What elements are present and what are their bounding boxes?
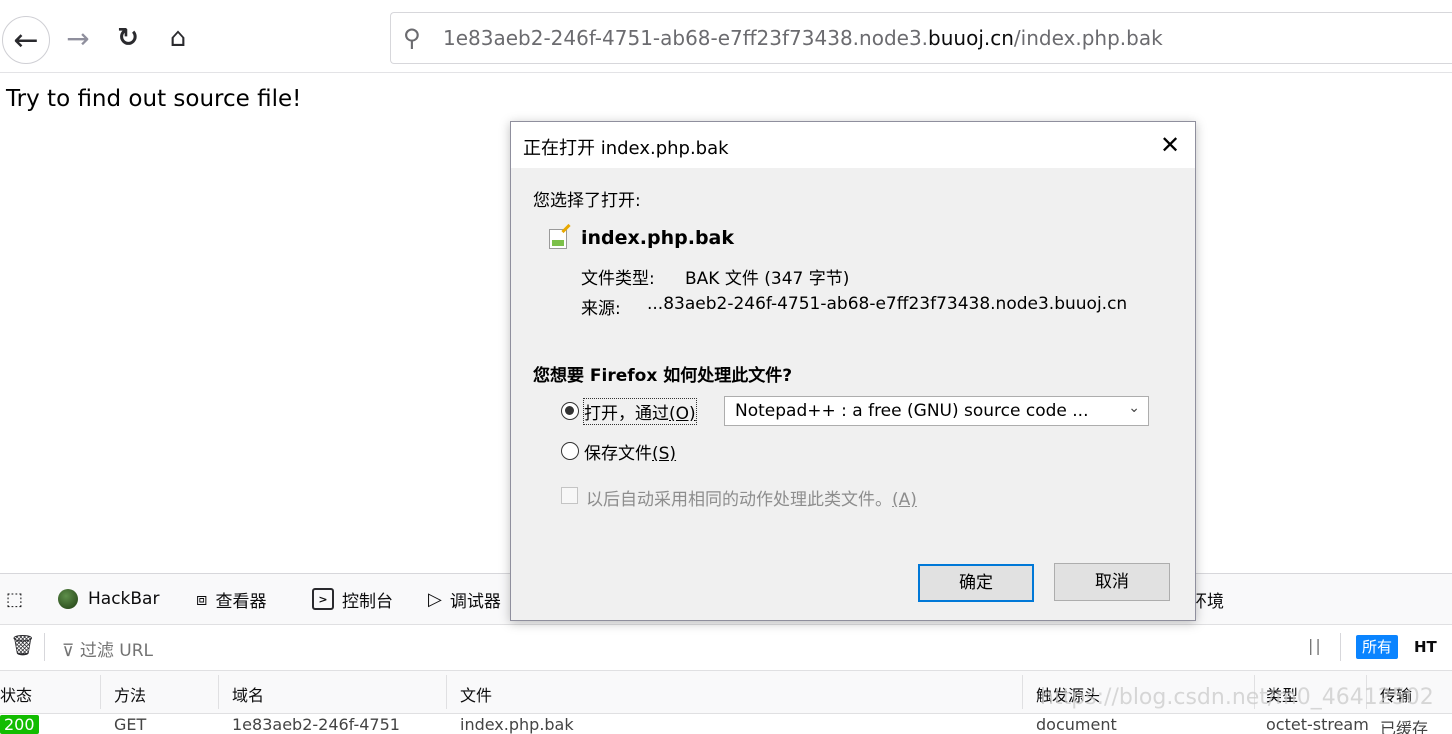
filter-icon: ⊽ (62, 641, 80, 661)
tab-debugger-label: 调试器 (449, 591, 501, 612)
trash-icon[interactable]: 🗑 (10, 633, 35, 657)
home-icon: ⌂ (169, 23, 187, 53)
filter-all-chip[interactable]: 所有 (1356, 635, 1399, 659)
tab-hackbar-label: HackBar (88, 589, 160, 609)
back-button[interactable]: ← (2, 16, 50, 64)
row-status: 200 (0, 715, 39, 734)
filter-html-chip[interactable]: HT (1410, 635, 1441, 659)
dialog-filename: index.php.bak (581, 227, 735, 249)
file-type-label: 文件类型: (581, 269, 655, 289)
filter-placeholder: 过滤 URL (79, 641, 153, 661)
auto-action-accesskey: (A) (892, 490, 917, 510)
debugger-icon: ▷ (428, 588, 442, 610)
row-type: octet-stream (1266, 715, 1369, 734)
file-type-value: BAK 文件 (347 字节) (685, 269, 850, 289)
source-value: ...83aeb2-246f-4751-ab68-e7ff23f73438.no… (647, 294, 1128, 314)
source-label: 来源: (581, 299, 621, 319)
tab-console-label: 控制台 (342, 591, 393, 612)
cancel-button[interactable]: 取消 (1054, 563, 1170, 601)
dialog-titlebar: 正在打开 index.php.bak ✕ (511, 122, 1195, 168)
close-icon[interactable]: ✕ (1155, 130, 1185, 160)
ok-button[interactable]: 确定 (918, 564, 1034, 602)
filter-url-input[interactable]: ⊽ 过滤 URL (62, 636, 153, 661)
tab-console[interactable]: > 控制台 (312, 586, 393, 612)
open-with-app-select[interactable]: Notepad++ : a free (GNU) source code ...… (724, 396, 1149, 426)
auto-action-checkbox[interactable] (561, 487, 578, 504)
open-with-label[interactable]: 打开，通过(O) (583, 398, 697, 425)
table-row[interactable]: 200 GET 1e83aeb2-246f-4751 index.php.bak… (0, 714, 1452, 734)
column-domain[interactable]: 域名 (232, 682, 264, 706)
row-method: GET (114, 715, 147, 734)
row-domain: 1e83aeb2-246f-4751 (232, 715, 400, 734)
forward-arrow-icon: → (66, 21, 90, 55)
column-divider (1022, 675, 1023, 709)
dialog-title: 正在打开 index.php.bak (523, 138, 729, 159)
divider (44, 633, 45, 661)
url-text[interactable]: 1e83aeb2-246f-4751-ab68-e7ff23f73438.nod… (443, 26, 1163, 50)
open-with-accesskey: (O) (669, 404, 696, 424)
url-path: /index.php.bak (1013, 26, 1163, 50)
home-button[interactable]: ⌂ (160, 20, 196, 56)
console-icon: > (312, 588, 334, 610)
url-prefix: 1e83aeb2-246f-4751-ab68-e7ff23f73438.nod… (443, 26, 929, 50)
tab-inspector-label: 查看器 (215, 591, 267, 612)
auto-action-label: 以后自动采用相同的动作处理此类文件。(A) (586, 485, 917, 510)
row-file: index.php.bak (460, 715, 574, 734)
url-bar[interactable]: ⚲ 1e83aeb2-246f-4751-ab68-e7ff23f73438.n… (390, 12, 1452, 64)
open-with-text: 打开，通过 (584, 404, 669, 424)
search-icon: ⚲ (403, 24, 421, 52)
open-with-radio[interactable] (561, 402, 579, 420)
chevron-down-icon: ⌄ (1128, 400, 1140, 416)
column-file[interactable]: 文件 (460, 682, 492, 706)
element-picker-icon: ⬚ (6, 588, 24, 610)
dialog-you-chose: 您选择了打开: (533, 191, 641, 211)
save-file-text: 保存文件 (584, 444, 652, 464)
dialog-question: 您想要 Firefox 如何处理此文件? (533, 366, 793, 386)
save-file-label[interactable]: 保存文件(S) (584, 439, 676, 464)
save-file-accesskey: (S) (652, 444, 677, 464)
pause-button[interactable]: || (1308, 636, 1323, 655)
reload-icon: ↻ (117, 23, 139, 53)
status-badge: 200 (0, 715, 39, 734)
browser-toolbar: ← → ↻ ⌂ ⚲ 1e83aeb2-246f-4751-ab68-e7ff23… (0, 0, 1452, 73)
divider (1340, 633, 1341, 661)
column-divider (218, 675, 219, 709)
column-method[interactable]: 方法 (114, 682, 146, 706)
url-host: buuoj.cn (928, 26, 1014, 50)
tab-debugger[interactable]: ▷ 调试器 (428, 586, 501, 612)
tab-inspector[interactable]: ⧈ 查看器 (196, 586, 266, 612)
save-file-radio[interactable] (561, 442, 579, 460)
element-picker-button[interactable]: ⬚ (6, 586, 31, 612)
open-file-dialog: 正在打开 index.php.bak ✕ 您选择了打开: index.php.b… (510, 121, 1196, 621)
row-transferred: 已缓存 (1380, 719, 1429, 734)
tab-hackbar[interactable]: HackBar (58, 586, 159, 612)
reload-button[interactable]: ↻ (110, 20, 146, 56)
file-icon (549, 229, 567, 249)
watermark: https://blog.csdn.net/m0_46412502 (1040, 685, 1434, 710)
open-with-app-value: Notepad++ : a free (GNU) source code ... (735, 401, 1089, 421)
row-cause: document (1036, 715, 1117, 734)
hackbar-icon (58, 589, 78, 609)
column-status[interactable]: 状态 (0, 682, 32, 706)
back-arrow-icon: ← (13, 22, 39, 58)
network-filterbar: 🗑 ⊽ 过滤 URL || 所有 HT (0, 625, 1452, 671)
forward-button[interactable]: → (60, 20, 96, 56)
column-divider (100, 675, 101, 709)
inspector-icon: ⧈ (196, 588, 208, 610)
auto-action-text: 以后自动采用相同的动作处理此类文件。 (586, 490, 892, 510)
column-divider (446, 675, 447, 709)
page-message: Try to find out source file! (6, 86, 302, 112)
